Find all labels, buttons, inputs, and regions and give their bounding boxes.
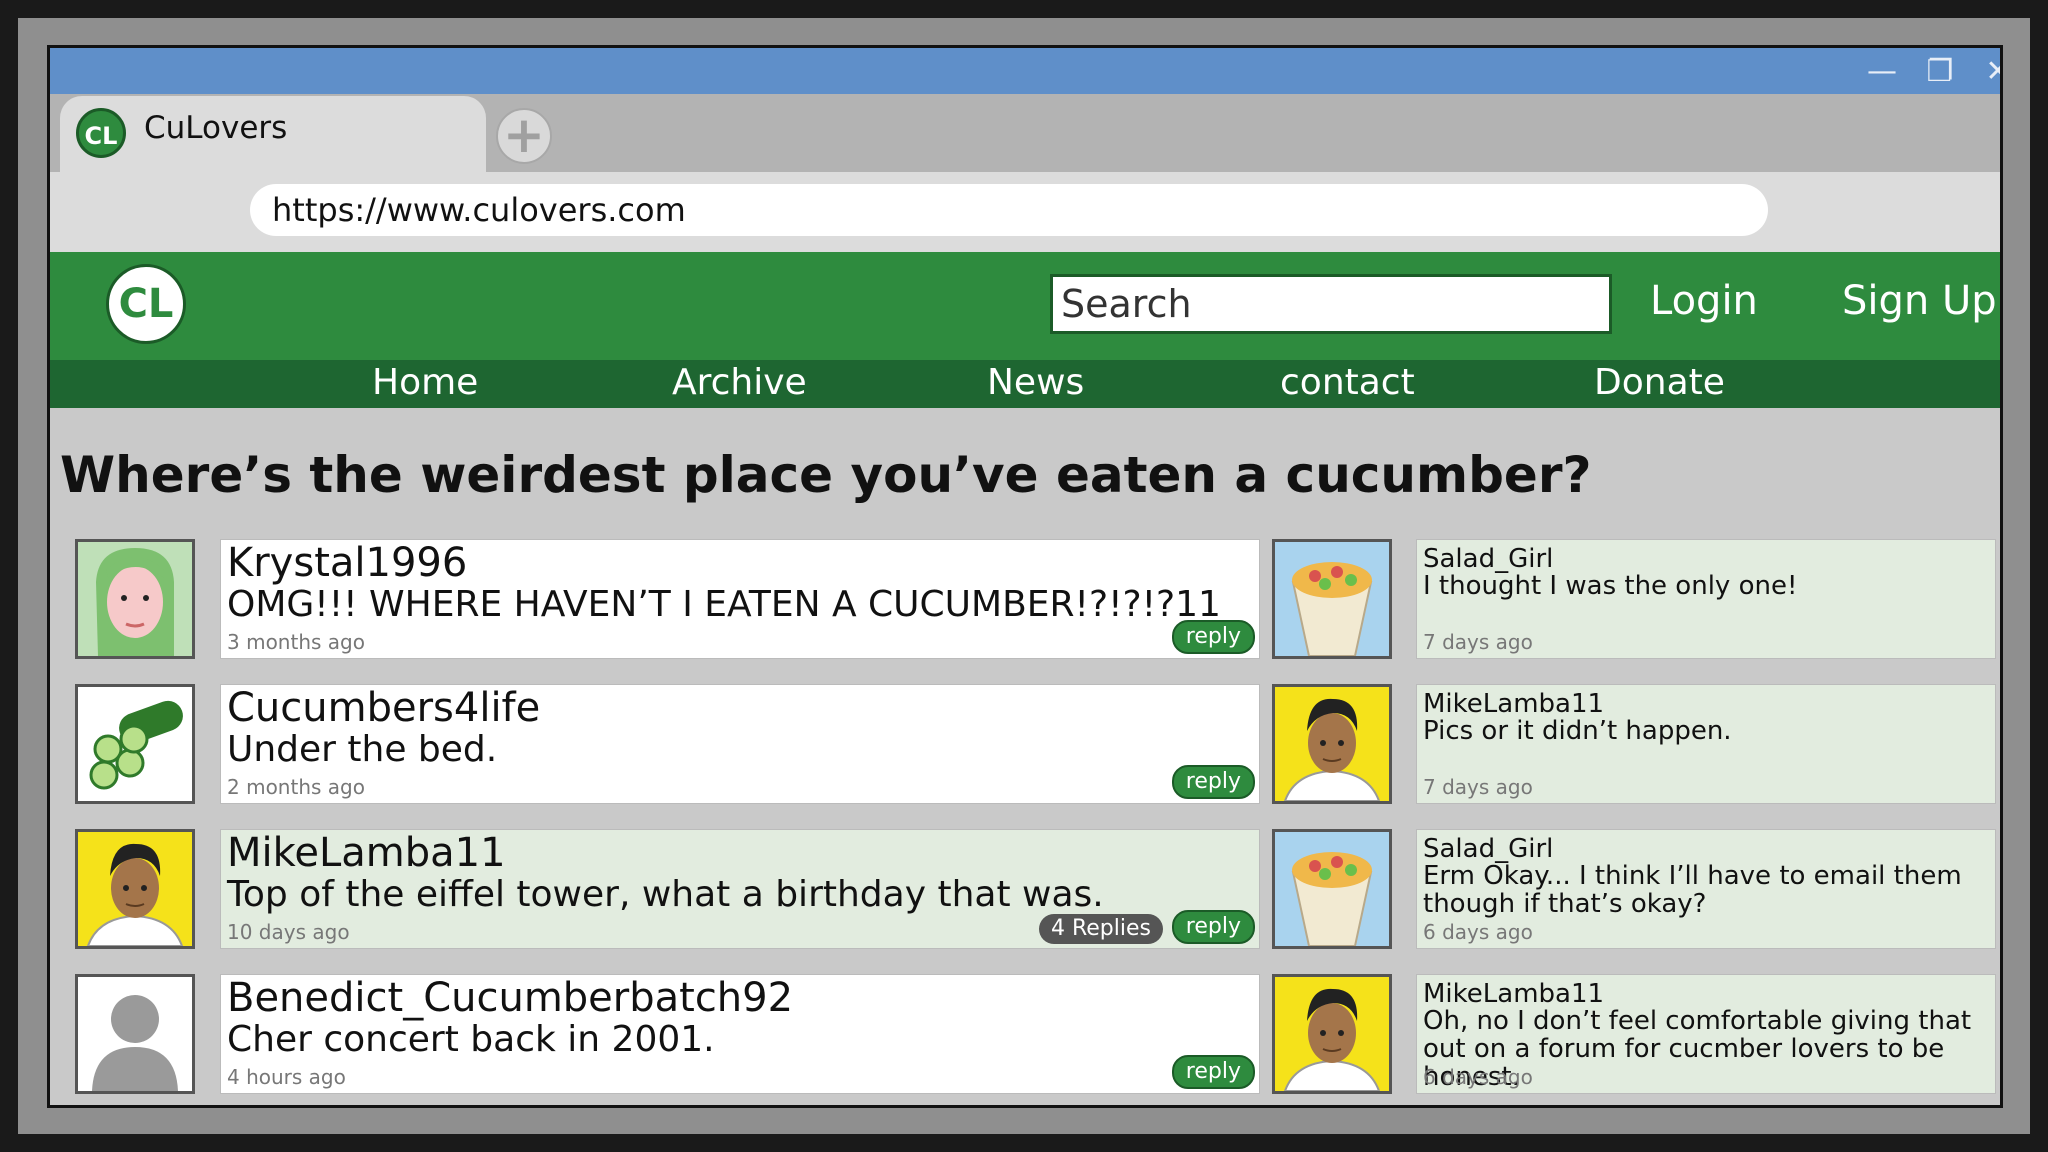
- avatar-green-haired-woman[interactable]: [75, 539, 195, 659]
- reply-text: Erm Okay... I think I’ll have to email t…: [1423, 861, 1962, 919]
- nav-news[interactable]: News: [987, 362, 1084, 403]
- comment-timestamp: 10 days ago: [227, 920, 350, 944]
- reply-text: I thought I was the only one!: [1423, 571, 1798, 601]
- avatar-wrap[interactable]: [1272, 539, 1392, 659]
- main-nav: Home Archive News contact Donate: [50, 360, 2000, 408]
- man-portrait-icon: [1275, 687, 1389, 801]
- reply-username[interactable]: Salad_Girl: [1423, 544, 1553, 574]
- tab-strip: CL CuLovers +: [50, 94, 2000, 176]
- reply-button[interactable]: reply: [1171, 765, 1255, 799]
- comment-timestamp: 3 months ago: [227, 630, 365, 654]
- browser-window: — ❐ ✕ CL CuLovers + https://www.culovers…: [47, 45, 2003, 1108]
- comment-username[interactable]: Krystal1996: [227, 540, 467, 586]
- comment-text: Under the bed.: [227, 729, 498, 770]
- new-tab-icon[interactable]: +: [496, 108, 552, 164]
- green-haired-woman-icon: [78, 542, 192, 656]
- reply-username[interactable]: Salad_Girl: [1423, 834, 1553, 864]
- url-field[interactable]: https://www.culovers.com: [250, 184, 1768, 236]
- comment-username[interactable]: MikeLamba11: [227, 830, 506, 876]
- close-icon[interactable]: ✕: [1978, 54, 2000, 90]
- comment-2: Cucumbers4life Under the bed. 2 months a…: [220, 684, 1260, 804]
- avatar-man-portrait[interactable]: [75, 829, 195, 949]
- comment-username[interactable]: Benedict_Cucumberbatch92: [227, 975, 793, 1021]
- comment-timestamp: 4 hours ago: [227, 1065, 346, 1089]
- reply-timestamp: 7 days ago: [1423, 630, 1533, 654]
- man-portrait-icon: [1275, 977, 1389, 1091]
- reply-button[interactable]: reply: [1171, 910, 1255, 944]
- signup-link[interactable]: Sign Up: [1842, 278, 1997, 324]
- comment-timestamp: 2 months ago: [227, 775, 365, 799]
- avatar-sliced-cucumber[interactable]: [75, 684, 195, 804]
- reply-timestamp: 6 days ago: [1423, 920, 1533, 944]
- site-favicon-icon: CL: [76, 108, 126, 158]
- tab-title: CuLovers: [144, 110, 288, 146]
- view-replies-button[interactable]: 4 Replies: [1038, 914, 1163, 944]
- comment-4: Benedict_Cucumberbatch92 Cher concert ba…: [220, 974, 1260, 1094]
- site-header: CL Login Sign Up: [50, 252, 2000, 360]
- avatar-default-silhouette[interactable]: [75, 974, 195, 1094]
- user-silhouette-icon: [78, 977, 192, 1091]
- reply-2: MikeLamba11 Pics or it didn’t happen. 7 …: [1416, 684, 1996, 804]
- reply-timestamp: 7 days ago: [1423, 775, 1533, 799]
- thread-page: Where’s the weirdest place you’ve eaten …: [50, 408, 2000, 1105]
- comment-text: Cher concert back in 2001.: [227, 1019, 715, 1060]
- minimize-icon[interactable]: —: [1862, 54, 1902, 90]
- comment-1: Krystal1996 OMG!!! WHERE HAVEN’T I EATEN…: [220, 539, 1260, 659]
- comment-username[interactable]: Cucumbers4life: [227, 685, 540, 731]
- reply-username[interactable]: MikeLamba11: [1423, 979, 1604, 1009]
- search-input[interactable]: [1050, 274, 1612, 334]
- reply-username[interactable]: MikeLamba11: [1423, 689, 1604, 719]
- avatar-man-portrait[interactable]: [1272, 974, 1392, 1094]
- reply-1: Salad_Girl I thought I was the only one!…: [1416, 539, 1996, 659]
- comment-text: Top of the eiffel tower, what a birthday…: [227, 874, 1104, 915]
- reply-timestamp: 6 days ago: [1423, 1065, 1533, 1089]
- nav-archive[interactable]: Archive: [672, 362, 807, 403]
- wrap-icon: [1275, 832, 1389, 946]
- maximize-icon[interactable]: ❐: [1920, 54, 1960, 90]
- reply-button[interactable]: reply: [1171, 1055, 1255, 1089]
- login-link[interactable]: Login: [1650, 278, 1758, 324]
- nav-donate[interactable]: Donate: [1594, 362, 1725, 403]
- wrap-icon: [1275, 542, 1389, 656]
- tab-culovers[interactable]: CL CuLovers: [60, 96, 486, 176]
- address-bar: https://www.culovers.com: [50, 172, 2000, 252]
- page-title: Where’s the weirdest place you’ve eaten …: [60, 446, 1592, 504]
- site-logo[interactable]: CL: [106, 264, 186, 344]
- reply-text: Pics or it didn’t happen.: [1423, 716, 1732, 746]
- avatar-wrap[interactable]: [1272, 829, 1392, 949]
- reply-button[interactable]: reply: [1171, 620, 1255, 654]
- reply-3: Salad_Girl Erm Okay... I think I’ll have…: [1416, 829, 1996, 949]
- comment-3: MikeLamba11 Top of the eiffel tower, wha…: [220, 829, 1260, 949]
- comment-text: OMG!!! WHERE HAVEN’T I EATEN A CUCUMBER!…: [227, 584, 1221, 625]
- avatar-man-portrait[interactable]: [1272, 684, 1392, 804]
- cucumber-icon: [78, 687, 192, 801]
- nav-home[interactable]: Home: [372, 362, 478, 403]
- nav-contact[interactable]: contact: [1280, 362, 1415, 403]
- title-bar: — ❐ ✕: [50, 48, 2000, 96]
- man-portrait-icon: [78, 832, 192, 946]
- reply-4: MikeLamba11 Oh, no I don’t feel comforta…: [1416, 974, 1996, 1094]
